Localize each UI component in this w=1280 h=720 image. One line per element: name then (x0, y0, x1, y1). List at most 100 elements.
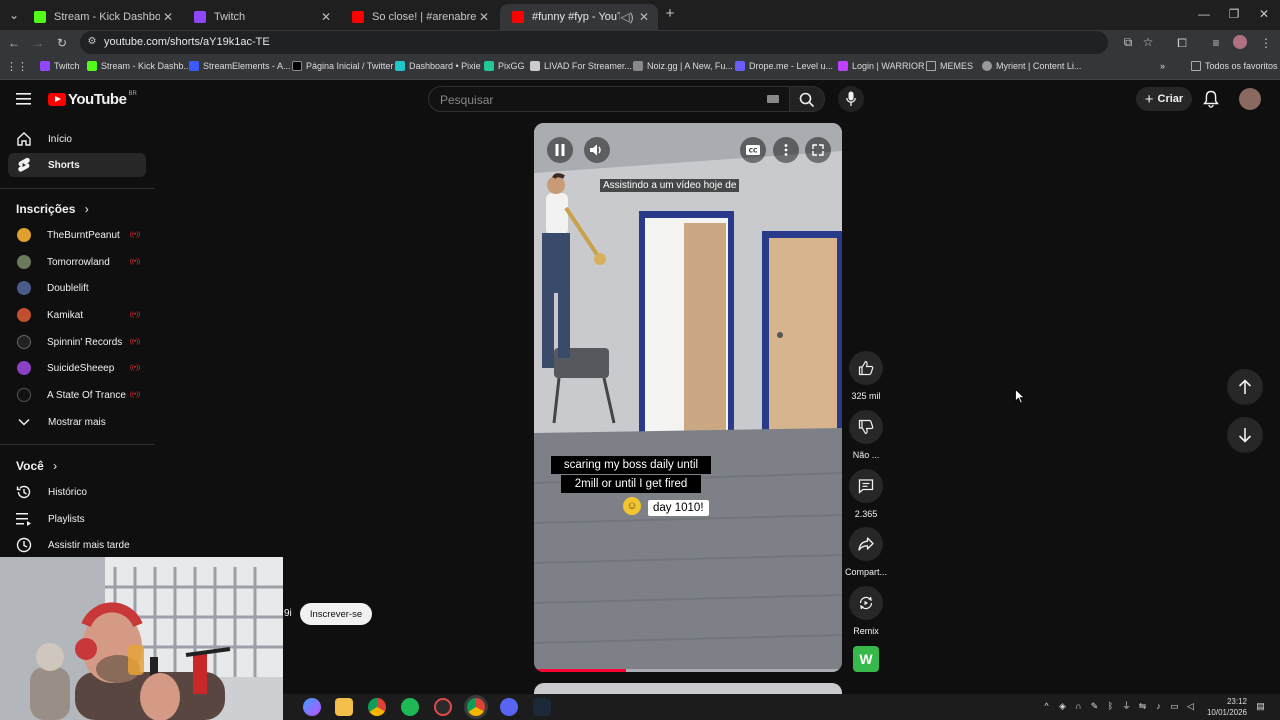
profile-icon[interactable] (1232, 35, 1248, 51)
bluetooth-icon[interactable]: ᛒ (1105, 701, 1116, 712)
comments-button[interactable]: 2.365 (842, 469, 890, 519)
usb-icon[interactable]: ⏚ (1121, 701, 1132, 712)
volume-button[interactable] (584, 137, 610, 163)
pause-button[interactable] (547, 137, 573, 163)
reload-icon[interactable]: ↻ (54, 35, 70, 51)
copilot-icon[interactable] (303, 698, 321, 716)
bookmark-twitter[interactable]: Página Inicial / Twitter (292, 61, 393, 71)
new-tab-button[interactable]: + (662, 6, 678, 22)
media-control-icon[interactable]: ≡ (1208, 35, 1224, 51)
bookmark-warrior[interactable]: Login | WARRIOR (838, 61, 925, 71)
volume-tray-icon[interactable]: ◁ (1185, 701, 1196, 712)
sidebar-channel[interactable]: Spinnin' Records ((•)) (8, 331, 146, 353)
bookmark-star-icon[interactable]: ☆ (1140, 34, 1156, 50)
window-close-icon[interactable]: ✕ (1256, 6, 1272, 22)
sidebar-channel[interactable]: SuicideSheeep ((•)) (8, 357, 146, 379)
tab-youtube-arena[interactable]: So close! | #arenabreakoutinfin ✕ (340, 4, 498, 30)
more-options-button[interactable] (773, 137, 799, 163)
shorts-video-player[interactable]: CC Assistindo a um vídeo hoje de scaring… (534, 123, 842, 672)
bookmark-livad[interactable]: LIVAD For Streamer... (530, 61, 632, 71)
share-button[interactable]: Compart... (842, 527, 890, 577)
headset-icon[interactable]: ∩ (1073, 701, 1084, 712)
sidebar-channel[interactable]: Doublelift (8, 277, 146, 299)
address-bar[interactable]: ⚙ youtube.com/shorts/aY19k1ac-TE ⧉ ☆ (80, 31, 1153, 54)
tray-pen-icon[interactable]: ✎ (1089, 701, 1100, 712)
bookmark-kick[interactable]: Stream - Kick Dashb... (87, 61, 191, 71)
next-short-preview[interactable] (534, 683, 842, 694)
close-icon[interactable]: ✕ (160, 10, 176, 24)
discord-icon[interactable] (500, 698, 518, 716)
bookmark-folder-memes[interactable]: MEMES (926, 61, 973, 71)
subscriptions-header[interactable]: Inscrições › (16, 202, 89, 216)
close-icon[interactable]: ✕ (476, 10, 492, 24)
channel-avatar-badge[interactable]: W (853, 646, 879, 672)
file-explorer-icon[interactable] (335, 698, 353, 716)
create-button[interactable]: + Criar (1136, 87, 1192, 111)
sidebar-channel[interactable]: Kamikat ((•)) (8, 304, 146, 326)
like-button[interactable]: 325 mil (842, 351, 890, 401)
bookmark-myrient[interactable]: Myrient | Content Li... (982, 61, 1081, 71)
more-bookmarks-icon[interactable]: » (1160, 61, 1165, 71)
clock[interactable]: 23:12 10/01/2026 (1201, 696, 1247, 718)
chrome-icon[interactable] (368, 698, 386, 716)
extensions-icon[interactable]: ⧠ (1174, 35, 1190, 51)
install-app-icon[interactable]: ⧉ (1120, 34, 1136, 50)
next-short-button[interactable] (1227, 417, 1263, 453)
notifications-bell-icon[interactable] (1203, 90, 1219, 108)
dislike-button[interactable]: Não ... (842, 410, 890, 460)
tab-kick[interactable]: Stream - Kick Dashboard ✕ (22, 4, 182, 30)
sidebar-channel[interactable]: A State Of Trance ((•)) (8, 384, 146, 406)
sidebar-item-playlists[interactable]: Playlists (8, 507, 146, 531)
tab-search-icon[interactable]: ⌄ (6, 7, 22, 23)
sidebar-item-watch-later[interactable]: Assistir mais tarde (8, 533, 146, 557)
hamburger-menu-icon[interactable] (16, 92, 32, 106)
site-info-icon[interactable]: ⚙ (84, 34, 100, 50)
remix-button[interactable]: Remix (842, 586, 890, 636)
sidebar-channel[interactable]: Tomorrowland ((•)) (8, 251, 146, 273)
show-more-button[interactable]: Mostrar mais (8, 410, 146, 434)
bookmark-pixgg[interactable]: PixGG (484, 61, 525, 71)
menu-icon[interactable]: ⋮ (1258, 35, 1274, 51)
search-button[interactable] (789, 86, 825, 112)
bookmark-twitch[interactable]: Twitch (40, 61, 80, 71)
chrome-active-icon[interactable] (467, 698, 485, 716)
notifications-icon[interactable]: ▤ (1255, 701, 1266, 712)
bookmark-streamelements[interactable]: StreamElements - A... (189, 61, 291, 71)
subscribe-button[interactable]: Inscrever-se (300, 603, 372, 625)
tray-expand-icon[interactable]: ^ (1041, 701, 1052, 712)
search-input[interactable]: Pesquisar (428, 86, 790, 112)
obs-icon[interactable] (434, 698, 452, 716)
bookmark-drope[interactable]: Drope.me - Level u... (735, 61, 833, 71)
spotify-icon[interactable] (401, 698, 419, 716)
tray-network-icon[interactable]: ⇋ (1137, 701, 1148, 712)
fullscreen-button[interactable] (805, 137, 831, 163)
youtube-logo[interactable]: YouTube BR (48, 91, 137, 108)
voice-search-button[interactable] (838, 86, 864, 112)
avatar[interactable] (1239, 88, 1261, 110)
sidebar-channel[interactable]: TheBurntPeanut ((•)) (8, 224, 146, 246)
bookmark-all-folder[interactable]: Todos os favoritos (1191, 61, 1278, 71)
tab-twitch[interactable]: Twitch ✕ (182, 4, 340, 30)
sidebar-item-home[interactable]: Início (8, 127, 146, 151)
close-icon[interactable]: ✕ (318, 10, 334, 24)
keyboard-icon[interactable] (767, 95, 779, 103)
tab-youtube-shorts[interactable]: #funny #fyp - YouTube ◁) ✕ (500, 4, 658, 30)
forward-icon[interactable]: → (30, 35, 46, 51)
speaker-icon[interactable]: ◁) (620, 10, 634, 24)
restore-icon[interactable]: ❐ (1226, 6, 1242, 22)
display-icon[interactable]: ▭ (1169, 701, 1180, 712)
sidebar-item-shorts[interactable]: Shorts (8, 153, 146, 177)
microphone-tray-icon[interactable]: ♪ (1153, 701, 1164, 712)
apps-grid-icon[interactable]: ⋮⋮ (6, 59, 28, 75)
you-header[interactable]: Você › (16, 459, 57, 473)
video-progress-bar[interactable] (534, 669, 842, 672)
minimize-icon[interactable]: — (1196, 6, 1212, 22)
close-icon[interactable]: ✕ (636, 10, 652, 24)
sidebar-item-history[interactable]: Histórico (8, 480, 146, 504)
captions-button[interactable]: CC (740, 137, 766, 163)
back-icon[interactable]: ← (6, 35, 22, 51)
steam-icon[interactable] (533, 698, 551, 716)
tray-app-icon[interactable]: ◈ (1057, 701, 1068, 712)
bookmark-pixie[interactable]: Dashboard • Pixie (395, 61, 481, 71)
bookmark-noiz[interactable]: Noiz.gg | A New, Fu... (633, 61, 733, 71)
